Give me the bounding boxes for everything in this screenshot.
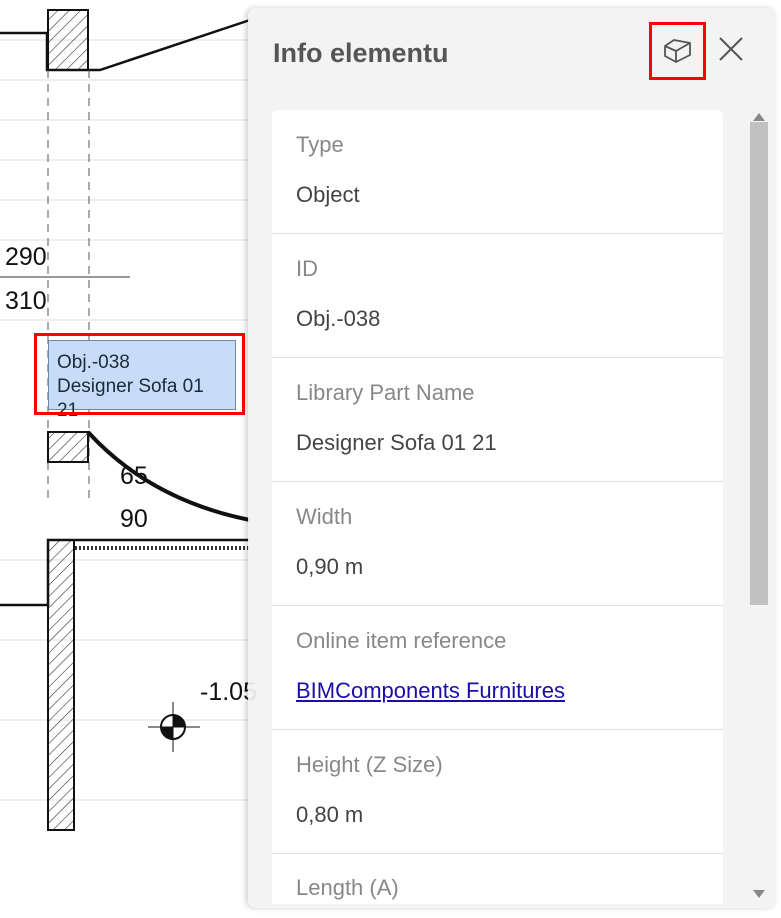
dimension-label: 290 (5, 243, 47, 271)
property-value: Object (296, 182, 360, 207)
dimension-label: 90 (120, 505, 148, 533)
panel-title: Info elementu (273, 38, 449, 68)
selection-highlight (34, 333, 245, 415)
dimension-label: 65 (120, 462, 148, 490)
property-value: Obj.-038 (296, 306, 381, 331)
close-button[interactable] (716, 32, 746, 66)
property-label: ID (296, 256, 318, 281)
property-value: 0,90 m (296, 554, 364, 579)
property-label: Library Part Name (296, 380, 475, 405)
property-value: Designer Sofa 01 21 (296, 430, 497, 455)
property-row-height: Height (Z Size) 0,80 m (272, 730, 723, 854)
property-row-online-reference: Online item reference BIMComponents Furni… (272, 606, 723, 730)
close-icon (719, 37, 743, 61)
property-label: Online item reference (296, 628, 507, 653)
element-info-panel: Info elementu Type Object ID Obj.-038 Libr… (248, 8, 776, 908)
online-reference-link[interactable]: BIMComponents Furnitures (296, 678, 565, 703)
property-row-id: ID Obj.-038 (272, 234, 723, 358)
property-row-length: Length (A) (272, 854, 723, 904)
property-value: 0,80 m (296, 802, 364, 827)
property-label: Height (Z Size) (296, 752, 443, 777)
3d-object-icon (663, 39, 691, 63)
scrollbar[interactable] (748, 103, 770, 908)
scroll-down-arrow-icon[interactable] (753, 890, 765, 898)
show-3d-object-button[interactable] (649, 22, 706, 80)
property-label: Type (296, 132, 344, 157)
property-label: Length (A) (296, 875, 399, 900)
dimension-label: 310 (5, 287, 47, 315)
property-row-type: Type Object (272, 110, 723, 234)
properties-list: Type Object ID Obj.-038 Library Part Name D… (272, 110, 723, 904)
scroll-up-arrow-icon[interactable] (753, 113, 765, 121)
property-row-width: Width 0,90 m (272, 482, 723, 606)
scrollbar-thumb[interactable] (750, 122, 768, 605)
property-row-library-part: Library Part Name Designer Sofa 01 21 (272, 358, 723, 482)
property-label: Width (296, 504, 353, 529)
